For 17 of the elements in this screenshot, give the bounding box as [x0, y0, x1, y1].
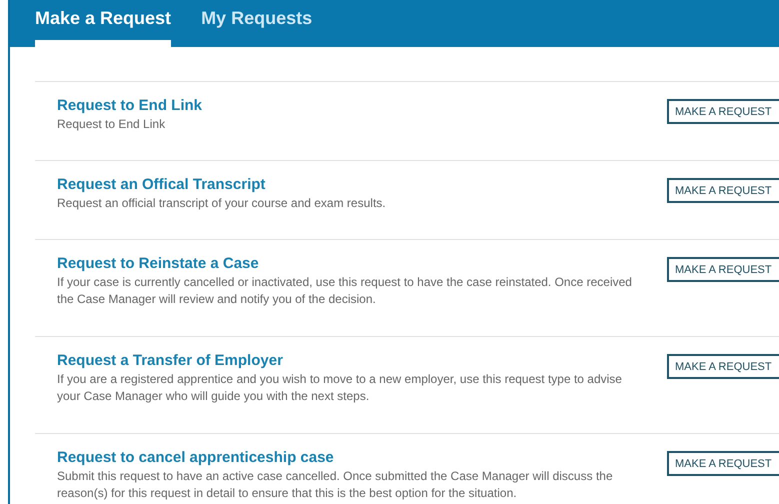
- make-request-button[interactable]: MAKE A REQUEST: [667, 451, 779, 476]
- tab[interactable]: My Requests: [201, 0, 312, 47]
- make-request-button[interactable]: MAKE A REQUEST: [667, 99, 779, 124]
- make-request-button[interactable]: MAKE A REQUEST: [667, 354, 779, 379]
- request-title: Request to cancel apprenticeship case: [57, 448, 334, 468]
- tab[interactable]: Make a Request: [35, 0, 172, 47]
- request-description: If your case is currently cancelled or inactivated, use this request to have the case reinstated. Once received the Case Manager will review and notify you of the decision.: [57, 274, 633, 308]
- request-description: Submit this request to have an active case cancelled. Once submitted the Case Manager will discuss the reason(s) for this request in detail to ensure that this is the best option for the situation.: [57, 468, 614, 502]
- request-description: Request an official transcript of your course and exam results.: [57, 195, 386, 212]
- request-description: Request to End Link: [57, 116, 166, 133]
- make-request-button[interactable]: MAKE A REQUEST: [667, 257, 779, 282]
- make-request-button[interactable]: MAKE A REQUEST: [667, 178, 779, 203]
- request-title: Request a Transfer of Employer: [57, 351, 283, 371]
- request-title: Request to End Link: [57, 96, 202, 116]
- request-title: Request to Reinstate a Case: [57, 254, 259, 274]
- request-title: Request an Offical Transcript: [57, 175, 266, 195]
- request-description: If you are a registered apprentice and you wish to move to a new employer, use this request type to advise your Case Manager who will guide you with the next steps.: [57, 371, 623, 405]
